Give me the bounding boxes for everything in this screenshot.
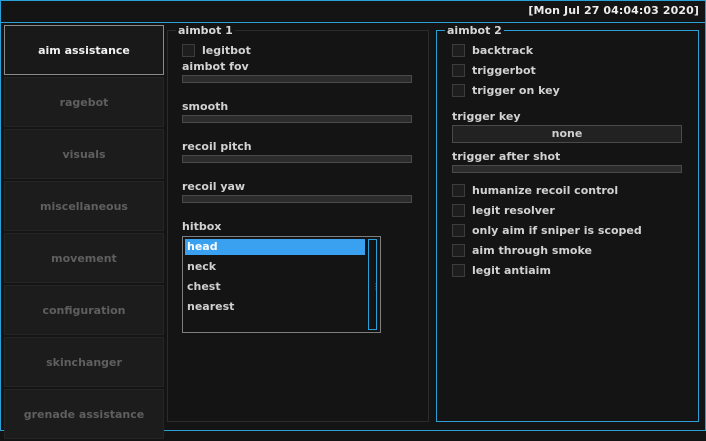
legit-resolver-label: legit resolver bbox=[472, 204, 555, 217]
title-bar: [Mon Jul 27 04:04:03 2020] bbox=[1, 1, 705, 23]
scrollbar-grip-icon[interactable]: ⋮ bbox=[372, 283, 380, 291]
sidebar-item-grenade-assistance[interactable]: grenade assistance bbox=[4, 389, 164, 439]
trigger-key-dropdown[interactable]: none bbox=[452, 125, 682, 143]
hitbox-option-head[interactable]: head bbox=[185, 239, 365, 255]
datetime-display: [Mon Jul 27 04:04:03 2020] bbox=[528, 4, 699, 17]
legitbot-checkbox[interactable] bbox=[182, 44, 195, 57]
triggerbot-label: triggerbot bbox=[472, 64, 536, 77]
sidebar-item-configuration[interactable]: configuration bbox=[4, 285, 164, 335]
sniper-scoped-checkbox-row[interactable]: only aim if sniper is scoped bbox=[452, 224, 642, 237]
humanize-recoil-checkbox-row[interactable]: humanize recoil control bbox=[452, 184, 618, 197]
legit-antiaim-checkbox-row[interactable]: legit antiaim bbox=[452, 264, 551, 277]
backtrack-label: backtrack bbox=[472, 44, 534, 57]
trigger-after-shot-slider[interactable] bbox=[452, 165, 682, 173]
humanize-recoil-checkbox[interactable] bbox=[452, 184, 465, 197]
trigger-on-key-checkbox[interactable] bbox=[452, 84, 465, 97]
sniper-scoped-checkbox[interactable] bbox=[452, 224, 465, 237]
hitbox-listbox[interactable]: head neck chest nearest ⋮ bbox=[182, 236, 381, 333]
backtrack-checkbox[interactable] bbox=[452, 44, 465, 57]
legitbot-checkbox-row[interactable]: legitbot bbox=[182, 44, 251, 57]
aimbot2-title: aimbot 2 bbox=[445, 24, 504, 37]
hitbox-label: hitbox bbox=[182, 220, 222, 233]
recoil-yaw-label: recoil yaw bbox=[182, 180, 246, 193]
sidebar-item-ragebot[interactable]: ragebot bbox=[4, 77, 164, 127]
recoil-yaw-slider[interactable] bbox=[182, 195, 412, 203]
sidebar-item-visuals[interactable]: visuals bbox=[4, 129, 164, 179]
backtrack-checkbox-row[interactable]: backtrack bbox=[452, 44, 533, 57]
smooth-label: smooth bbox=[182, 100, 229, 113]
recoil-pitch-label: recoil pitch bbox=[182, 140, 252, 153]
trigger-key-label: trigger key bbox=[452, 110, 521, 123]
sidebar-item-skinchanger[interactable]: skinchanger bbox=[4, 337, 164, 387]
aimbot-fov-slider[interactable] bbox=[182, 75, 412, 83]
sidebar: aim assistance ragebot visuals miscellan… bbox=[4, 25, 164, 441]
triggerbot-checkbox[interactable] bbox=[452, 64, 465, 77]
hitbox-option-neck[interactable]: neck bbox=[185, 259, 365, 275]
recoil-pitch-slider[interactable] bbox=[182, 155, 412, 163]
legitbot-label: legitbot bbox=[202, 44, 251, 57]
sidebar-item-miscellaneous[interactable]: miscellaneous bbox=[4, 181, 164, 231]
aim-through-smoke-checkbox-row[interactable]: aim through smoke bbox=[452, 244, 592, 257]
hitbox-option-nearest[interactable]: nearest bbox=[185, 299, 365, 315]
hitbox-option-chest[interactable]: chest bbox=[185, 279, 365, 295]
smooth-slider[interactable] bbox=[182, 115, 412, 123]
aim-through-smoke-label: aim through smoke bbox=[472, 244, 592, 257]
sidebar-item-movement[interactable]: movement bbox=[4, 233, 164, 283]
legit-antiaim-label: legit antiaim bbox=[472, 264, 551, 277]
legit-resolver-checkbox[interactable] bbox=[452, 204, 465, 217]
trigger-on-key-checkbox-row[interactable]: trigger on key bbox=[452, 84, 560, 97]
triggerbot-checkbox-row[interactable]: triggerbot bbox=[452, 64, 536, 77]
sniper-scoped-label: only aim if sniper is scoped bbox=[472, 224, 642, 237]
humanize-recoil-label: humanize recoil control bbox=[472, 184, 619, 197]
legit-antiaim-checkbox[interactable] bbox=[452, 264, 465, 277]
trigger-on-key-label: trigger on key bbox=[472, 84, 560, 97]
legit-resolver-checkbox-row[interactable]: legit resolver bbox=[452, 204, 555, 217]
hitbox-scrollbar[interactable]: ⋮ bbox=[368, 239, 380, 330]
aim-through-smoke-checkbox[interactable] bbox=[452, 244, 465, 257]
sidebar-item-aim-assistance[interactable]: aim assistance bbox=[4, 25, 164, 75]
trigger-after-shot-label: trigger after shot bbox=[452, 150, 561, 163]
aimbot-fov-label: aimbot fov bbox=[182, 60, 249, 73]
aimbot1-title: aimbot 1 bbox=[176, 24, 235, 37]
